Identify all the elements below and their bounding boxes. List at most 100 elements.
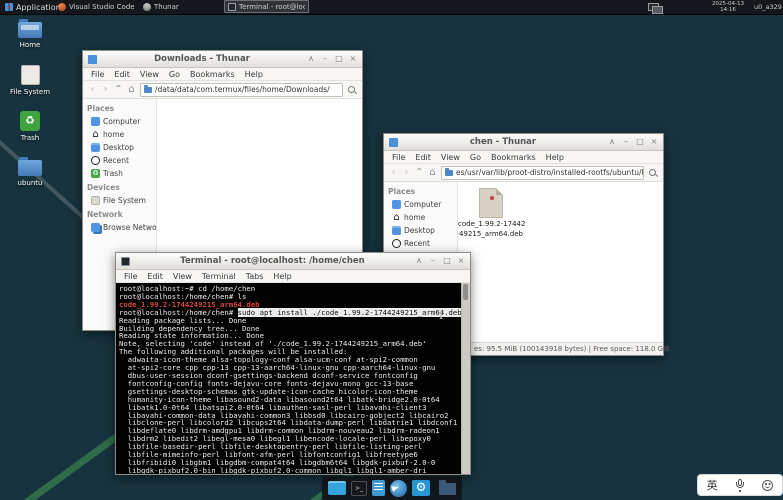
menu-item-view[interactable]: View bbox=[168, 272, 197, 281]
menu-item-file[interactable]: File bbox=[86, 70, 109, 79]
home-nav-icon[interactable]: ⌂ bbox=[428, 167, 437, 179]
menu-item-file[interactable]: File bbox=[119, 272, 142, 281]
close-button-icon[interactable] bbox=[349, 54, 357, 64]
sidebar-item-computer[interactable]: Computer bbox=[83, 115, 156, 128]
menu-item-file[interactable]: File bbox=[387, 153, 410, 162]
ibeam-cursor: I bbox=[439, 311, 443, 322]
menu-item-view[interactable]: View bbox=[436, 153, 465, 162]
shade-button-icon[interactable] bbox=[415, 256, 423, 266]
browser-dock-icon[interactable] bbox=[390, 480, 407, 497]
computer-icon bbox=[392, 200, 401, 209]
task-button-visual[interactable]: Visual Studio Code - Co... bbox=[54, 0, 139, 13]
menu-item-view[interactable]: View bbox=[135, 70, 164, 79]
applications-icon bbox=[5, 3, 13, 11]
task-button-thunar[interactable]: Thunar bbox=[139, 0, 224, 13]
sidebar-item-recent[interactable]: Recent bbox=[384, 237, 457, 250]
menu-item-edit[interactable]: Edit bbox=[410, 153, 436, 162]
downloads-titlebar[interactable]: Downloads - Thunar bbox=[83, 51, 362, 68]
sidebar-item-label: File System bbox=[103, 196, 146, 205]
close-button-icon[interactable] bbox=[457, 256, 465, 266]
sidebar-item-trash[interactable]: Trash bbox=[83, 167, 156, 180]
sidebar-item-file-system[interactable]: File System bbox=[83, 194, 156, 207]
sidebar-item-desktop[interactable]: Desktop bbox=[384, 224, 457, 237]
places-header: Places bbox=[384, 184, 457, 198]
chen-titlebar[interactable]: chen - Thunar bbox=[384, 134, 663, 151]
desktop-icon-ubuntu[interactable]: ubuntu bbox=[6, 156, 54, 194]
files-dock-icon[interactable] bbox=[439, 483, 456, 495]
terminal-dock-icon[interactable] bbox=[351, 481, 367, 496]
sidebar-item-computer[interactable]: Computer bbox=[384, 198, 457, 211]
forward-icon[interactable]: › bbox=[101, 84, 110, 96]
maximize-button-icon[interactable] bbox=[335, 54, 343, 64]
ime-language-indicator[interactable]: 英 bbox=[707, 477, 718, 493]
sidebar-item-label: Desktop bbox=[404, 226, 435, 235]
emoji-icon[interactable] bbox=[762, 480, 773, 491]
up-icon[interactable]: ⌃ bbox=[114, 84, 123, 96]
downloads-window-title: Downloads - Thunar bbox=[101, 54, 303, 64]
desktop-icon-label: Trash bbox=[6, 134, 54, 142]
top-panel: Applications Visual Studio Code - Co...T… bbox=[0, 0, 783, 15]
maximize-button-icon[interactable] bbox=[636, 137, 644, 147]
path-field[interactable]: es/usr/var/lib/proot-distro/installed-ro… bbox=[441, 166, 644, 180]
back-icon[interactable]: ‹ bbox=[88, 84, 97, 96]
scrollbar-thumb[interactable] bbox=[463, 284, 468, 300]
ime-bar: 英 bbox=[697, 474, 783, 496]
shade-button-icon[interactable] bbox=[608, 137, 616, 147]
forward-icon[interactable]: › bbox=[402, 167, 411, 179]
menu-item-bookmarks[interactable]: Bookmarks bbox=[486, 153, 541, 162]
panel-clock[interactable]: 2025-04-13 14:16 bbox=[706, 1, 750, 13]
chen-window-title: chen - Thunar bbox=[402, 137, 604, 147]
menu-item-bookmarks[interactable]: Bookmarks bbox=[185, 70, 240, 79]
desktop-icon-home[interactable]: Home bbox=[6, 18, 54, 56]
terminal-icon bbox=[228, 3, 236, 11]
home-nav-icon[interactable]: ⌂ bbox=[127, 84, 136, 96]
desktop-icon-file-system[interactable]: File System bbox=[6, 64, 54, 102]
back-icon[interactable]: ‹ bbox=[389, 167, 398, 179]
task-button-terminal[interactable]: Terminal - root@localho... bbox=[224, 0, 309, 13]
minimize-button-icon[interactable] bbox=[622, 137, 630, 147]
menu-item-go[interactable]: Go bbox=[164, 70, 185, 79]
menu-item-terminal[interactable]: Terminal bbox=[197, 272, 241, 281]
places-header: Places bbox=[83, 101, 156, 115]
microphone-icon[interactable] bbox=[735, 479, 745, 492]
terminal-titlebar[interactable]: Terminal - root@localhost: /home/chen bbox=[116, 253, 470, 270]
minimize-button-icon[interactable] bbox=[429, 256, 437, 266]
sidebar-item-browse-network[interactable]: Browse Network bbox=[83, 221, 156, 234]
settings-dock-icon[interactable] bbox=[412, 480, 430, 496]
deb-file-name-line1: code_1.99.2-17442 bbox=[458, 220, 524, 228]
menu-item-help[interactable]: Help bbox=[240, 70, 268, 79]
menu-item-go[interactable]: Go bbox=[465, 153, 486, 162]
show-desktop-icon[interactable] bbox=[328, 481, 346, 495]
sidebar-item-home[interactable]: home bbox=[83, 128, 156, 141]
desktop-icon-trash[interactable]: Trash bbox=[6, 110, 54, 148]
maximize-button-icon[interactable] bbox=[443, 256, 451, 266]
deb-file-item[interactable]: code_1.99.2-17442 49215_arm64.deb bbox=[458, 188, 524, 238]
menu-item-help[interactable]: Help bbox=[541, 153, 569, 162]
minimize-button-icon[interactable] bbox=[321, 54, 329, 64]
menu-item-help[interactable]: Help bbox=[268, 272, 296, 281]
workspace-pager-icon[interactable] bbox=[648, 3, 659, 11]
search-icon[interactable] bbox=[648, 168, 658, 178]
terminal-scrollbar[interactable] bbox=[461, 283, 470, 474]
downloads-menubar: FileEditViewGoBookmarksHelp bbox=[83, 68, 362, 81]
up-icon[interactable]: ⌃ bbox=[415, 167, 424, 179]
terminal-content[interactable]: root@localhost:~# cd /home/chenroot@loca… bbox=[116, 283, 470, 474]
thunar-app-icon bbox=[88, 55, 97, 64]
home-icon bbox=[392, 213, 401, 222]
menu-item-tabs[interactable]: Tabs bbox=[241, 272, 269, 281]
search-icon[interactable] bbox=[347, 85, 357, 95]
menu-item-edit[interactable]: Edit bbox=[142, 272, 168, 281]
shade-button-icon[interactable] bbox=[307, 54, 315, 64]
close-button-icon[interactable] bbox=[650, 137, 658, 147]
editor-dock-icon[interactable] bbox=[372, 480, 385, 496]
chen-toolbar: ‹ › ⌃ ⌂ es/usr/var/lib/proot-distro/inst… bbox=[384, 164, 663, 182]
recent-icon bbox=[91, 156, 100, 165]
sidebar-item-desktop[interactable]: Desktop bbox=[83, 141, 156, 154]
sidebar-item-home[interactable]: home bbox=[384, 211, 457, 224]
chen-file-area[interactable]: code_1.99.2-17442 49215_arm64.deb bbox=[458, 182, 663, 342]
menu-item-edit[interactable]: Edit bbox=[109, 70, 135, 79]
home-folder-icon bbox=[18, 22, 42, 38]
path-field[interactable]: /data/data/com.termux/files/home/Downloa… bbox=[140, 83, 343, 97]
desktop-icon bbox=[91, 143, 100, 152]
sidebar-item-recent[interactable]: Recent bbox=[83, 154, 156, 167]
